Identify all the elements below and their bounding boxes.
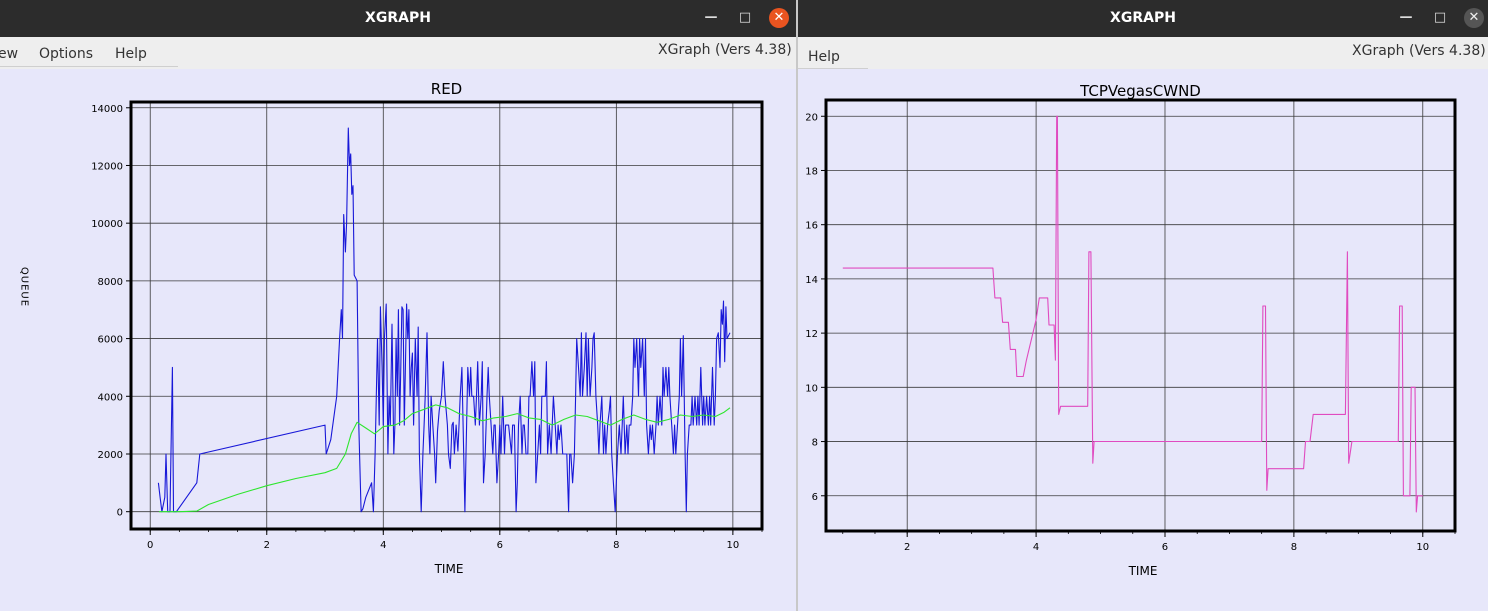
y-tick-label: 2000 [98, 450, 123, 461]
series-line-1 [159, 404, 731, 513]
plot-frame [129, 100, 764, 531]
y-tick-label: 12000 [91, 161, 123, 172]
chart-title: RED [431, 80, 462, 98]
x-tick-label: 4 [1033, 542, 1039, 553]
y-tick-label: 20 [805, 112, 818, 123]
x-tick-label: 2 [904, 542, 910, 553]
y-tick-label: 10000 [91, 219, 123, 230]
xgraph-window-red: XGRAPH — □ ✕ ew Options Help XGraph (Ver… [0, 0, 796, 611]
x-tick-label: 10 [1416, 542, 1429, 553]
y-tick-label: 10 [805, 383, 818, 394]
x-tick-label: 4 [380, 540, 386, 551]
y-tick-label: 14 [805, 275, 818, 286]
chart-red: 0 2 4 6 8 10 0 2000 4000 6000 8000 10000 12000 14000 R… [19, 80, 764, 576]
y-tick-label: 6000 [98, 335, 123, 346]
x-tick-label: 8 [1291, 542, 1297, 553]
x-tick-label: 6 [497, 540, 503, 551]
plot-frame [824, 98, 1457, 533]
x-tick-label: 2 [264, 540, 270, 551]
y-tick-label: 18 [805, 166, 818, 177]
chart-title: TCPVegasCWND [1079, 82, 1201, 100]
y-tick-label: 8000 [98, 277, 123, 288]
y-tick-label: 4000 [98, 392, 123, 403]
y-tick-label: 6 [812, 492, 818, 503]
y-tick-label: 16 [805, 221, 818, 232]
series-line-0 [842, 115, 1423, 513]
x-axis-label: TIME [1128, 564, 1158, 578]
x-tick-label: 8 [613, 540, 619, 551]
x-axis-label: TIME [434, 562, 464, 576]
chart-tcpvegascwnd: 2 4 6 8 10 6 8 10 12 14 16 18 20 TCPVegasCWND TIME [805, 82, 1457, 578]
x-tick-label: 10 [727, 540, 740, 551]
xgraph-window-tcpvegas: XGRAPH — □ ✕ Help XGraph (Vers 4.38) 246… [798, 0, 1488, 611]
x-tick-label: 6 [1162, 542, 1168, 553]
y-axis-label: QUEUE [19, 267, 30, 307]
x-tick-label: 0 [147, 540, 153, 551]
y-tick-label: 14000 [91, 104, 123, 115]
y-tick-label: 0 [117, 508, 123, 519]
y-tick-label: 12 [805, 329, 818, 340]
y-tick-label: 8 [812, 438, 818, 449]
